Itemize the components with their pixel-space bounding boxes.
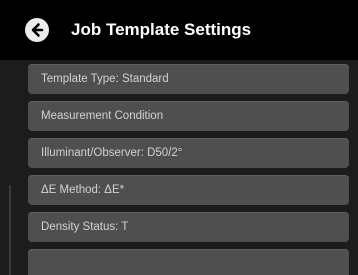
setting-delta-e-method[interactable]: ΔE Method: ΔE* [28, 175, 349, 205]
job-template-settings-screen: Job Template Settings Template Type: Sta… [0, 0, 358, 275]
setting-label: ΔE Method: ΔE* [41, 184, 125, 196]
setting-illuminant-observer[interactable]: Illuminant/Observer: D50/2° [28, 138, 349, 168]
settings-panel: Template Type: Standard Measurement Cond… [0, 60, 358, 275]
setting-density-status[interactable]: Density Status: T [28, 212, 349, 242]
scrollbar[interactable] [9, 185, 11, 275]
setting-measurement-condition[interactable]: Measurement Condition [28, 101, 349, 131]
setting-template-type[interactable]: Template Type: Standard [28, 64, 349, 94]
page-title: Job Template Settings [71, 20, 252, 39]
arrow-left-circle-icon [31, 23, 44, 37]
settings-list: Template Type: Standard Measurement Cond… [28, 64, 349, 275]
setting-label: Density Status: T [41, 221, 129, 233]
header-bar: Job Template Settings [0, 0, 358, 60]
setting-label: Illuminant/Observer: D50/2° [41, 147, 183, 159]
setting-row-partial[interactable] [28, 249, 349, 275]
setting-label: Template Type: Standard [41, 73, 169, 85]
setting-label: Measurement Condition [41, 110, 164, 122]
back-button[interactable] [25, 18, 49, 42]
